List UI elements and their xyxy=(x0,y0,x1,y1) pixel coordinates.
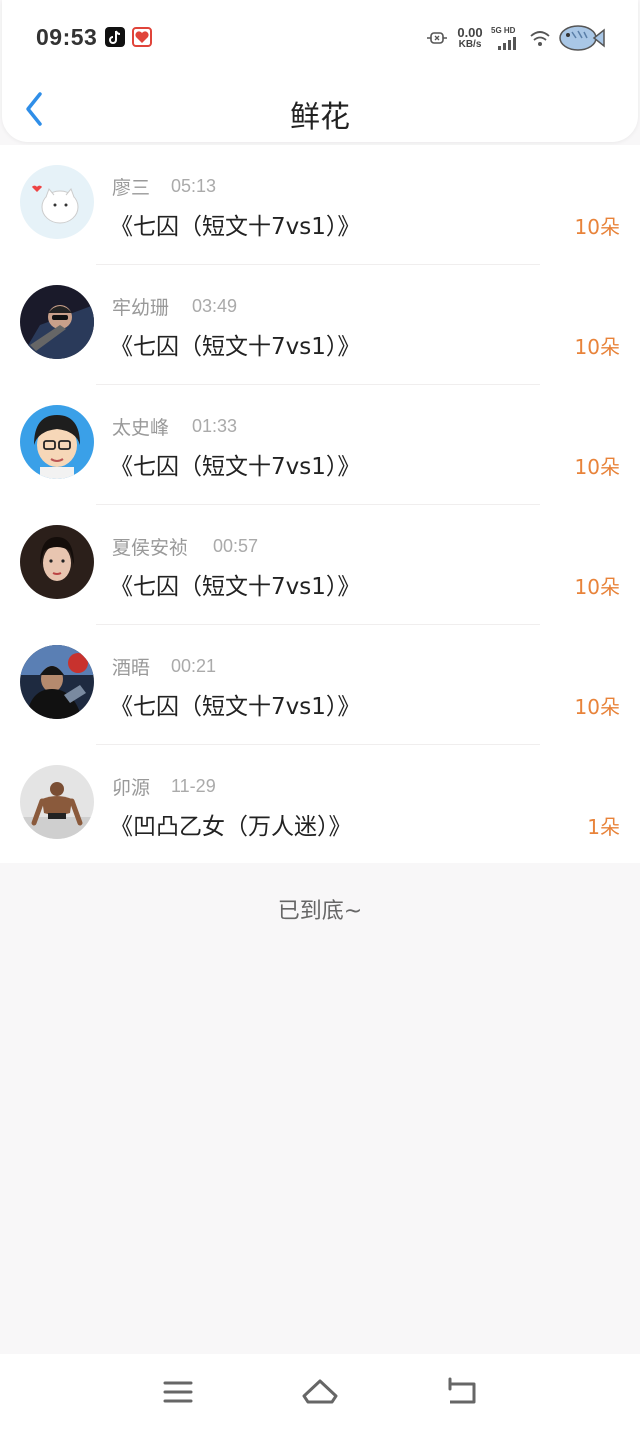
network-label: 5G HD xyxy=(491,26,516,35)
status-time: 09:53 xyxy=(36,24,98,50)
avatar[interactable] xyxy=(20,765,94,839)
flower-count: 10朵 xyxy=(574,455,620,479)
signal-icon xyxy=(496,36,520,55)
post-time: 00:21 xyxy=(171,656,217,676)
flower-count: 1朵 xyxy=(587,815,620,839)
menu-icon xyxy=(163,1381,193,1403)
flower-list-item[interactable]: 廖三 05:13 《七囚（短文十7vs1）》 10朵 xyxy=(0,145,640,265)
flower-list-item[interactable]: 牢幼珊 03:49 《七囚（短文十7vs1）》 10朵 xyxy=(0,265,640,385)
book-title[interactable]: 《七囚（短文十7vs1）》 xyxy=(110,447,360,481)
user-name: 牢幼珊 xyxy=(112,297,170,319)
net-speed: 0.00 KB/s xyxy=(452,26,488,50)
avatar[interactable] xyxy=(20,165,94,239)
mute-icon xyxy=(425,30,449,49)
book-title[interactable]: 《七囚（短文十7vs1）》 xyxy=(110,327,360,361)
flower-list: 廖三 05:13 《七囚（短文十7vs1）》 10朵 牢幼珊 03:49 《七囚… xyxy=(0,145,640,863)
user-name: 廖三 xyxy=(112,177,151,199)
tiktok-app-icon xyxy=(105,27,125,47)
back-nav-button[interactable] xyxy=(442,1372,482,1412)
avatar[interactable] xyxy=(20,645,94,719)
menu-button[interactable] xyxy=(158,1372,198,1412)
user-name: 酒晤 xyxy=(112,657,151,679)
book-title[interactable]: 《七囚（短文十7vs1）》 xyxy=(110,567,360,601)
home-icon xyxy=(302,1379,338,1404)
battery-fish-icon xyxy=(558,22,606,58)
wifi-icon xyxy=(529,28,551,54)
title-bar: 鲜花 xyxy=(0,76,640,142)
net-speed-value: 0.00 xyxy=(457,25,483,40)
user-name: 卯源 xyxy=(112,777,151,799)
post-time: 03:49 xyxy=(192,296,238,316)
user-name: 夏侯安祯 xyxy=(112,537,189,559)
home-button[interactable] xyxy=(300,1372,340,1412)
flower-list-item[interactable]: 夏侯安祯 00:57 《七囚（短文十7vs1）》 10朵 xyxy=(0,505,640,625)
user-name: 太史峰 xyxy=(112,417,170,439)
net-speed-unit: KB/s xyxy=(458,39,482,50)
flower-count: 10朵 xyxy=(574,335,620,359)
post-time: 00:57 xyxy=(213,536,259,556)
flower-list-item[interactable]: 卯源 11-29 《凹凸乙女（万人迷）》 1朵 xyxy=(0,745,640,865)
heart-app-icon xyxy=(132,27,152,47)
page-title: 鲜花 xyxy=(290,100,350,135)
post-time: 11-29 xyxy=(171,776,216,796)
avatar[interactable] xyxy=(20,285,94,359)
book-title[interactable]: 《七囚（短文十7vs1）》 xyxy=(110,207,360,241)
flower-list-item[interactable]: 太史峰 01:33 《七囚（短文十7vs1）》 10朵 xyxy=(0,385,640,505)
flower-list-item[interactable]: 酒晤 00:21 《七囚（短文十7vs1）》 10朵 xyxy=(0,625,640,745)
post-time: 01:33 xyxy=(192,416,238,436)
book-title[interactable]: 《凹凸乙女（万人迷）》 xyxy=(110,807,352,841)
status-bar: 09:53 0.00 KB/s 5G HD xyxy=(0,0,640,76)
avatar[interactable] xyxy=(20,405,94,479)
flower-count: 10朵 xyxy=(574,215,620,239)
return-icon xyxy=(448,1377,476,1404)
avatar[interactable] xyxy=(20,525,94,599)
system-nav-bar xyxy=(0,1354,640,1429)
end-of-list-text: 已到底~ xyxy=(277,899,363,924)
flower-count: 10朵 xyxy=(574,575,620,599)
post-time: 05:13 xyxy=(171,176,217,196)
book-title[interactable]: 《七囚（短文十7vs1）》 xyxy=(110,687,360,721)
flower-count: 10朵 xyxy=(574,695,620,719)
